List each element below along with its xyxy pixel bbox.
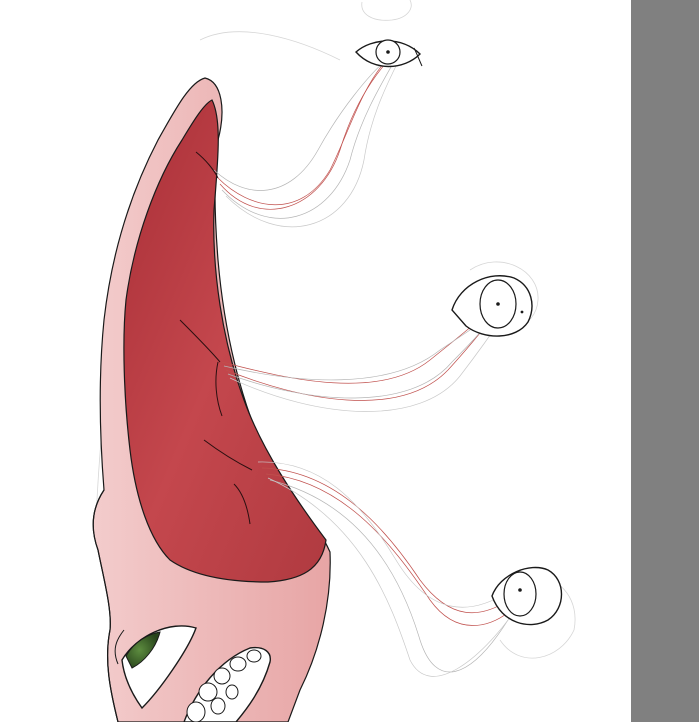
side-panel xyxy=(631,0,699,722)
eye-icon xyxy=(355,39,423,68)
artwork xyxy=(92,0,576,722)
threads-top xyxy=(213,55,399,228)
drawing-canvas[interactable] xyxy=(0,0,631,722)
image-viewer xyxy=(0,0,699,722)
eye-icon xyxy=(451,275,533,337)
eye-icon xyxy=(491,566,563,626)
